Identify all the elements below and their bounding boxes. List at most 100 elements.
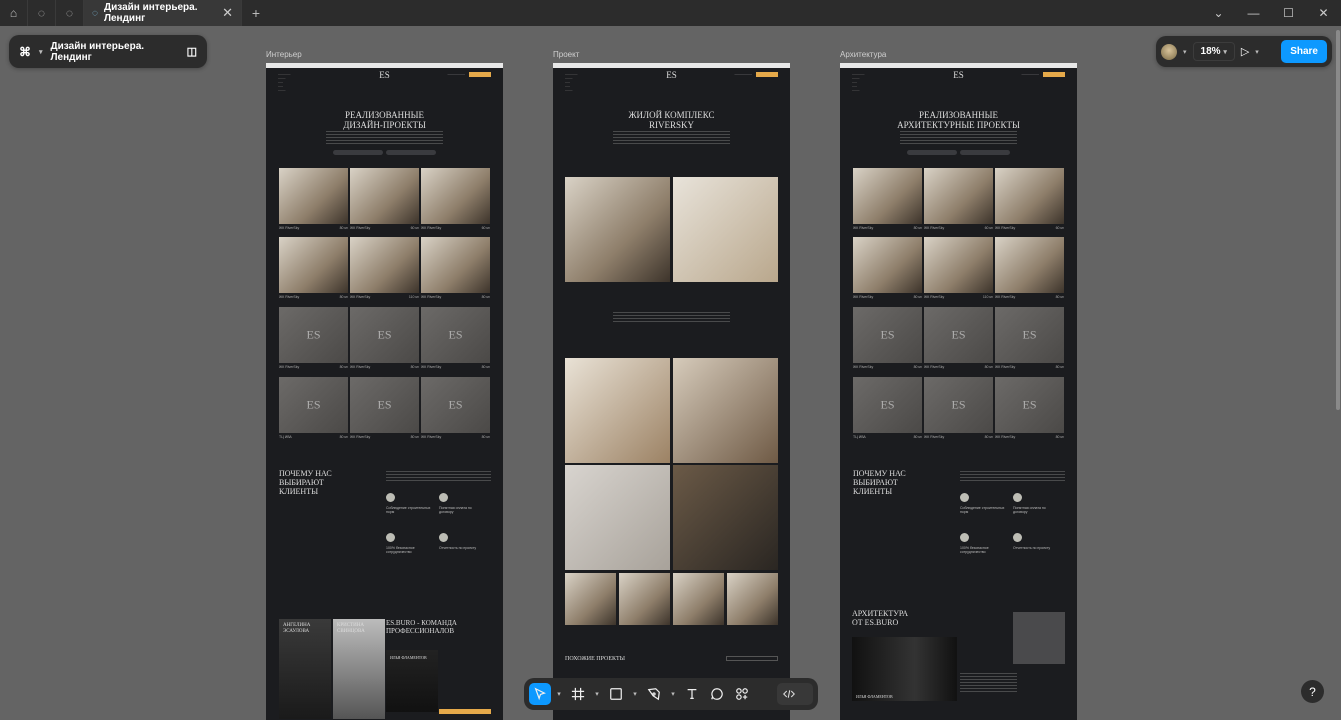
file-name[interactable]: Дизайн интерьера. Лендинг [51, 41, 179, 63]
project-thumbnail[interactable] [279, 307, 348, 363]
project-thumbnail[interactable] [995, 307, 1064, 363]
project-thumbnail[interactable] [924, 377, 993, 433]
thumbnail-caption: ЖК RiverSky 60 м² [995, 226, 1064, 230]
feature: Понятная оплата по договору [1013, 506, 1046, 514]
project-thumbnail[interactable] [853, 237, 922, 293]
home-tab[interactable]: ⌂ [0, 0, 28, 26]
thumbnail-caption: ЖК RiverSky 110 м² [350, 295, 419, 299]
nav-menu: ————— ——— —— —— ——— [852, 73, 865, 92]
team-photo: КРИСТИНА СВИНЦОВА [333, 619, 385, 719]
project-photo [619, 573, 670, 625]
project-thumbnail[interactable] [924, 307, 993, 363]
frame-project[interactable]: ————— ——— —— —— ——— ES ——————— ЖИЛОЙ КОМПЛЕК… [553, 63, 790, 720]
more-button [726, 656, 778, 661]
thumbnail-caption: ЖК RiverSky 80 м² [350, 365, 419, 369]
maximize-button[interactable]: ☐ [1271, 6, 1306, 20]
frame-label[interactable]: Проект [553, 50, 579, 59]
project-thumbnail[interactable] [279, 168, 348, 224]
chevron-down-icon[interactable]: ▾ [1183, 48, 1187, 56]
frame-label[interactable]: Интерьер [266, 50, 302, 59]
project-photo [673, 573, 724, 625]
project-thumbnail[interactable] [853, 168, 922, 224]
help-button[interactable]: ? [1301, 680, 1324, 703]
chevron-down-icon[interactable]: ▾ [592, 690, 602, 698]
thumbnail-caption: ЖК RiverSky 80 м² [924, 365, 993, 369]
text-icon [687, 689, 697, 699]
logo: ES [379, 70, 390, 80]
chevron-down-icon[interactable]: ⌄ [1201, 6, 1236, 20]
actions-tool[interactable] [731, 683, 753, 705]
new-tab-button[interactable]: + [242, 5, 270, 21]
project-thumbnail[interactable] [421, 307, 490, 363]
cta-button [439, 709, 491, 714]
project-thumbnail[interactable] [350, 377, 419, 433]
thumbnail-caption: ЖК RiverSky 80 м² [421, 365, 490, 369]
project-photo [673, 358, 778, 463]
shape-tool[interactable] [605, 683, 627, 705]
close-window-button[interactable]: ✕ [1306, 6, 1341, 20]
zoom-dropdown[interactable]: 18% ▾ [1192, 42, 1235, 61]
project-thumbnail[interactable] [421, 377, 490, 433]
project-thumbnail[interactable] [995, 168, 1064, 224]
sidebar-toggle-icon[interactable]: ◫ [187, 45, 197, 58]
feature: Отчетность по проекту [1013, 546, 1051, 550]
phone: ——————— [734, 73, 753, 76]
frame-architecture[interactable]: ————— ——— —— —— ——— ES ——————— РЕАЛИЗОВАННЫЕ… [840, 63, 1077, 720]
chevron-down-icon[interactable]: ▾ [630, 690, 640, 698]
scrollbar[interactable] [1336, 30, 1340, 410]
project-thumbnail[interactable] [853, 307, 922, 363]
thumbnail-caption: ЖК RiverSky 80 м² [995, 435, 1064, 439]
team-title: ES.BURO - КОМАНДА ПРОФЕССИОНАЛОВ [386, 619, 457, 635]
feature: Отчетность по проекту [439, 546, 477, 550]
frame-label[interactable]: Архитектура [840, 50, 886, 59]
frame-interior[interactable]: ————— ——— —— —— ——— ES ——————— РЕАЛИЗОВАННЫЕ… [266, 63, 503, 720]
project-thumbnail[interactable] [924, 237, 993, 293]
frame-tool[interactable] [567, 683, 589, 705]
project-thumbnail[interactable] [421, 168, 490, 224]
phone: ——————— [447, 73, 466, 76]
file-tab[interactable]: ◌ [56, 0, 84, 26]
project-thumbnail[interactable] [853, 377, 922, 433]
comment-tool[interactable] [706, 683, 728, 705]
project-thumbnail[interactable] [279, 377, 348, 433]
project-thumbnail[interactable] [421, 237, 490, 293]
browser-bar [840, 63, 1077, 68]
thumbnail-caption: ЖК RiverSky 80 м² [924, 435, 993, 439]
rectangle-icon [610, 688, 622, 700]
project-thumbnail[interactable] [350, 168, 419, 224]
why-text [960, 471, 1065, 481]
chevron-down-icon[interactable]: ▾ [668, 690, 678, 698]
figma-menu-icon[interactable]: ⌘ [19, 45, 31, 59]
avatar[interactable] [1161, 43, 1177, 60]
dev-mode-toggle[interactable] [777, 683, 813, 705]
share-button[interactable]: Share [1281, 40, 1327, 63]
chevron-down-icon[interactable]: ▾ [1255, 48, 1259, 56]
arch-text [960, 673, 1017, 693]
hero-text [900, 131, 1017, 145]
browser-bar [266, 63, 503, 68]
text-tool[interactable] [681, 683, 703, 705]
nav-menu: ————— ——— —— —— ——— [565, 73, 578, 92]
file-tab[interactable]: ◌ [28, 0, 56, 26]
chevron-down-icon[interactable]: ▾ [554, 690, 564, 698]
team-photo: ИЛЬЯ ФЛАМЕНТОВ [386, 650, 438, 712]
project-thumbnail[interactable] [924, 168, 993, 224]
hero-text [326, 131, 443, 145]
move-tool[interactable] [529, 683, 551, 705]
present-play-icon[interactable]: ▷ [1241, 45, 1249, 58]
minimize-button[interactable]: — [1236, 6, 1271, 20]
thumbnail-caption: ЖК RiverSky 80 м² [350, 435, 419, 439]
pen-tool[interactable] [643, 683, 665, 705]
project-thumbnail[interactable] [279, 237, 348, 293]
project-thumbnail[interactable] [350, 237, 419, 293]
project-thumbnail[interactable] [995, 377, 1064, 433]
project-thumbnail[interactable] [995, 237, 1064, 293]
active-file-tab[interactable]: ◌ Дизайн интерьера. Лендинг ✕ [84, 0, 242, 26]
close-tab-icon[interactable]: ✕ [222, 5, 233, 21]
project-photo [565, 358, 670, 463]
question-icon: ? [1309, 684, 1316, 699]
chevron-down-icon[interactable]: ▾ [39, 48, 43, 56]
components-icon [736, 688, 748, 700]
project-thumbnail[interactable] [350, 307, 419, 363]
thumbnail-caption: ЖК RiverSky 80 м² [995, 365, 1064, 369]
